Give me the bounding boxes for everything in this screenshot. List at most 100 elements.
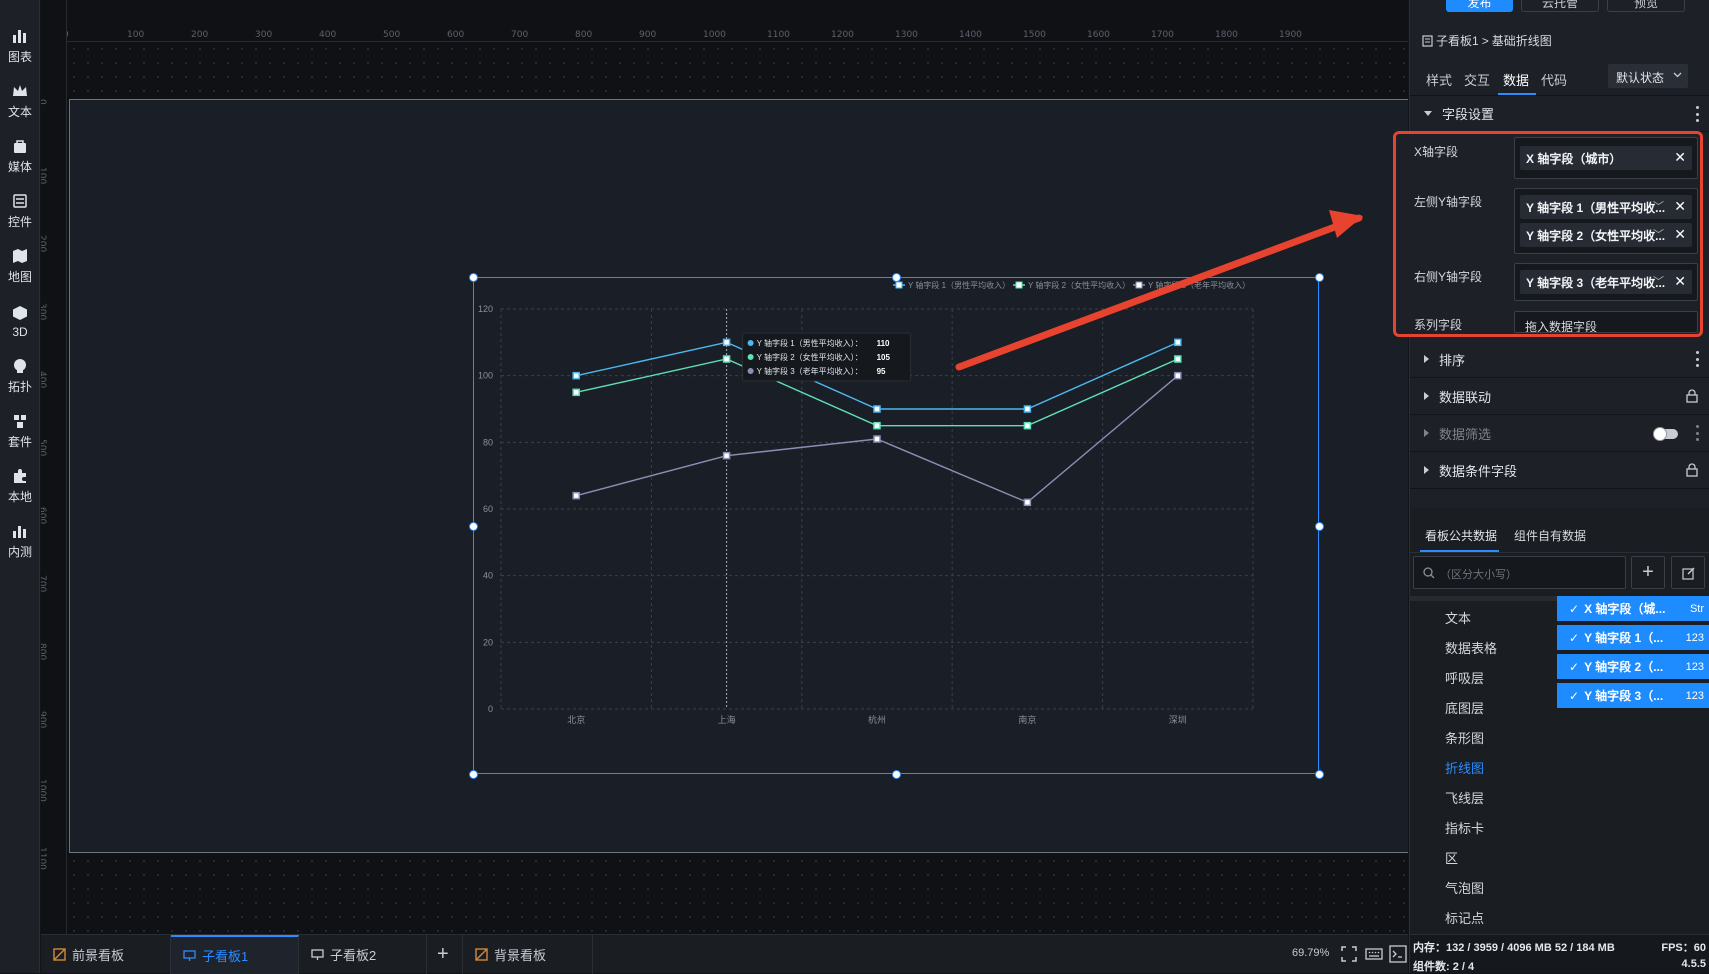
tab-sub-board-2[interactable]: 子看板2 <box>299 935 427 974</box>
toolbar-item-chart[interactable]: 图表 <box>0 20 40 72</box>
more-icon[interactable] <box>1696 351 1700 367</box>
section-data-filter[interactable]: 数据筛选 <box>1410 415 1709 452</box>
check-icon: ✓ <box>1569 630 1580 645</box>
left-y-chip-2[interactable]: Y 轴字段 2（女性平均收... ﹀ ✕ <box>1520 223 1692 247</box>
section-field-settings[interactable]: 字段设置 <box>1410 96 1709 132</box>
fit-screen-icon[interactable] <box>1341 946 1357 962</box>
ruler-tick: 0 <box>41 99 47 105</box>
widget-icon <box>13 194 27 208</box>
breadcrumb-parent[interactable]: 子看板1 <box>1436 32 1479 49</box>
section-sort[interactable]: 排序 <box>1410 341 1709 378</box>
left-y-chip-1[interactable]: Y 轴字段 1（男性平均收... ﹀ ✕ <box>1520 195 1692 219</box>
kit-icon <box>14 415 26 428</box>
x-field-chip[interactable]: X 轴字段（城市） ✕ <box>1520 146 1692 170</box>
tab-code[interactable]: 代码 <box>1541 70 1567 89</box>
ruler-left: 0 100 200 300 400 500 600 700 800 900 1000 1100 <box>41 0 67 934</box>
ruler-tick: 700 <box>41 575 47 593</box>
zoom-level[interactable]: 69.79% <box>1292 947 1329 959</box>
active-data-tab-indicator <box>1420 550 1499 552</box>
dataset-item[interactable]: 文本 <box>1445 608 1471 627</box>
close-icon[interactable]: ✕ <box>1674 198 1686 215</box>
dataset-item[interactable]: 标记点 <box>1445 908 1484 927</box>
resize-handle[interactable] <box>469 273 478 282</box>
close-icon[interactable]: ✕ <box>1674 226 1686 243</box>
resize-handle[interactable] <box>469 770 478 779</box>
dataset-item[interactable]: 数据表格 <box>1445 638 1497 657</box>
component-count: 组件数: 2 / 4 <box>1413 961 1475 973</box>
resize-handle[interactable] <box>892 770 901 779</box>
toolbar-item-map[interactable]: 地图 <box>0 240 40 292</box>
selected-field-x[interactable]: ✓ X 轴字段（城... Str <box>1557 596 1709 621</box>
tab-data[interactable]: 数据 <box>1503 70 1529 89</box>
chevron-down-icon[interactable]: ﹀ <box>1653 273 1664 289</box>
ruler-tick: 1000 <box>703 30 726 40</box>
more-icon[interactable] <box>1696 425 1700 441</box>
selected-field-y2[interactable]: ✓ Y 轴字段 2（... 123 <box>1557 654 1709 679</box>
close-icon[interactable]: ✕ <box>1674 149 1686 166</box>
toolbar-item-topology[interactable]: 拓扑 <box>0 350 40 402</box>
series-field-drop[interactable]: 拖入数据字段 <box>1514 311 1698 333</box>
selected-field-y1[interactable]: ✓ Y 轴字段 1（... 123 <box>1557 625 1709 650</box>
dataset-item[interactable]: 条形图 <box>1445 728 1484 747</box>
ruler-tick: 600 <box>447 30 465 40</box>
dataset-item[interactable]: 飞线层 <box>1445 788 1484 807</box>
add-icon: + <box>1642 561 1654 583</box>
cloud-hosting-button[interactable]: 云托管 <box>1521 0 1599 12</box>
toolbar-item-local[interactable]: 本地 <box>0 460 40 512</box>
toolbar-item-beta[interactable]: 内测 <box>0 515 40 567</box>
section-data-linkage[interactable]: 数据联动 <box>1410 378 1709 415</box>
dataset-item[interactable]: 气泡图 <box>1445 878 1484 897</box>
tab-background-board[interactable]: 背景看板 <box>463 935 593 974</box>
dataset-item[interactable]: 指标卡 <box>1445 818 1484 837</box>
toolbar-item-media[interactable]: 媒体 <box>0 130 40 182</box>
dataset-item[interactable]: 呼吸层 <box>1445 668 1484 687</box>
left-y-field-drop[interactable]: Y 轴字段 1（男性平均收... ﹀ ✕ Y 轴字段 2（女性平均收... ﹀ … <box>1514 188 1698 254</box>
chevron-down-icon[interactable]: ﹀ <box>1653 226 1664 242</box>
board-icon <box>1422 34 1433 47</box>
search-input[interactable]: （区分大小写） <box>1413 556 1626 589</box>
tab-sub-board-1[interactable]: 子看板1 <box>171 935 299 974</box>
ruler-tick: 500 <box>41 439 47 457</box>
add-dataset-button[interactable]: + <box>1631 556 1665 589</box>
ruler-tick: 1500 <box>1023 30 1046 40</box>
resize-handle[interactable] <box>892 273 901 282</box>
resize-handle[interactable] <box>1315 770 1324 779</box>
resize-handle[interactable] <box>1315 521 1324 531</box>
toolbar-item-text[interactable]: 文本 <box>0 75 40 127</box>
resize-handle[interactable] <box>1315 273 1324 282</box>
x-field-drop[interactable]: X 轴字段（城市） ✕ <box>1514 137 1698 179</box>
tab-style[interactable]: 样式 <box>1426 70 1452 89</box>
dataset-item-active[interactable]: 折线图 <box>1445 758 1484 777</box>
toolbar-item-kit[interactable]: 套件 <box>0 405 40 457</box>
tab-public-data[interactable]: 看板公共数据 <box>1425 527 1497 544</box>
dataset-item[interactable]: 底图层 <box>1445 698 1484 717</box>
right-y-chip[interactable]: Y 轴字段 3（老年平均收... ﹀ ✕ <box>1520 270 1692 294</box>
publish-button[interactable]: 发布 <box>1446 0 1513 12</box>
ruler-tick: 1600 <box>1087 30 1110 40</box>
tab-own-data[interactable]: 组件自有数据 <box>1514 527 1586 544</box>
toolbar-item-widget[interactable]: 控件 <box>0 185 40 237</box>
toolbar-item-3d[interactable]: 3D <box>0 295 40 347</box>
edit-dataset-button[interactable] <box>1671 556 1705 589</box>
chart-selection-box[interactable] <box>473 277 1319 774</box>
state-select[interactable]: 默认状态 <box>1608 64 1688 88</box>
tab-foreground-board[interactable]: 前景看板 <box>41 935 171 974</box>
chevron-down-icon[interactable]: ﹀ <box>1653 198 1664 214</box>
add-board-button[interactable]: + <box>427 935 463 974</box>
resize-handle[interactable] <box>469 521 478 531</box>
keyboard-icon[interactable] <box>1365 946 1383 962</box>
section-condition-fields[interactable]: 数据条件字段 <box>1410 452 1709 489</box>
close-icon[interactable]: ✕ <box>1674 273 1686 290</box>
more-icon[interactable] <box>1696 106 1700 122</box>
expand-icon <box>1424 429 1429 437</box>
filter-toggle[interactable] <box>1653 427 1678 441</box>
cube-icon <box>13 305 27 320</box>
fps-status: FPS：60 <box>1661 942 1706 954</box>
editor-canvas[interactable]: 0 100 200 300 400 500 600 700 800 900 1000 1100 1200… <box>41 0 1408 934</box>
preview-button[interactable]: 预览 <box>1607 0 1685 12</box>
dataset-item[interactable]: 区 <box>1445 848 1458 867</box>
right-y-field-drop[interactable]: Y 轴字段 3（老年平均收... ﹀ ✕ <box>1514 263 1698 301</box>
tab-interaction[interactable]: 交互 <box>1464 70 1490 89</box>
terminal-icon[interactable] <box>1389 945 1407 963</box>
selected-field-y3[interactable]: ✓ Y 轴字段 3（... 123 <box>1557 683 1709 708</box>
